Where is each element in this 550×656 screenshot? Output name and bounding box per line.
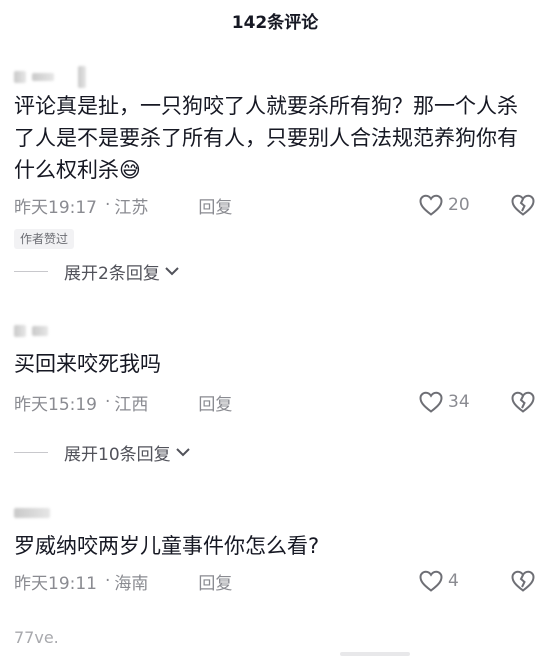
expand-replies-button[interactable]: 展开10条回复 bbox=[14, 439, 191, 465]
broken-heart-icon bbox=[511, 570, 535, 592]
divider-line bbox=[14, 270, 48, 272]
heart-outline-icon bbox=[419, 570, 443, 592]
comment-time: 昨天19:11 bbox=[14, 573, 97, 594]
dislike-button[interactable] bbox=[510, 193, 536, 217]
comment-body: 买回来咬死我吗 bbox=[14, 348, 524, 380]
divider-line bbox=[14, 451, 48, 453]
username-redacted[interactable] bbox=[14, 500, 50, 526]
expand-replies-label: 展开2条回复 bbox=[64, 263, 160, 284]
comment-location: 海南 bbox=[114, 573, 149, 594]
chevron-down-icon bbox=[165, 267, 179, 276]
comment-body: 评论真是扯，一只狗咬了人就要杀所有狗？那一个人杀了人是不是要杀了所有人，只要别人… bbox=[14, 90, 524, 186]
separator-dot: · bbox=[105, 392, 111, 412]
comment-meta: 昨天15:19 · 江西 回复 34 bbox=[14, 388, 536, 416]
like-button[interactable]: 20 bbox=[418, 193, 476, 217]
comment-location: 江苏 bbox=[114, 197, 149, 218]
separator-dot: · bbox=[105, 195, 111, 215]
comment-time: 昨天19:17 bbox=[14, 197, 97, 218]
heart-outline-icon bbox=[419, 194, 443, 216]
comment-text: 罗威纳咬两岁儿童事件你怎么看? bbox=[14, 534, 320, 558]
sweat-smile-emoji: 😅 bbox=[119, 158, 141, 182]
username-redacted[interactable] bbox=[14, 318, 48, 344]
expand-replies-label: 展开10条回复 bbox=[64, 444, 171, 465]
like-button[interactable]: 4 bbox=[418, 569, 476, 593]
comment-location: 江西 bbox=[114, 394, 149, 415]
reply-button[interactable]: 回复 bbox=[198, 193, 232, 218]
broken-heart-icon bbox=[511, 194, 535, 216]
next-comment-username[interactable]: 77ve. bbox=[14, 628, 59, 647]
like-button[interactable]: 34 bbox=[418, 390, 476, 414]
like-count: 34 bbox=[448, 392, 470, 412]
comment-body: 罗威纳咬两岁儿童事件你怎么看? bbox=[14, 530, 524, 562]
separator-dot: · bbox=[105, 571, 111, 591]
username-redacted[interactable] bbox=[14, 64, 86, 90]
chevron-down-icon bbox=[175, 448, 190, 457]
author-liked-badge: 作者赞过 bbox=[14, 229, 75, 249]
comment-meta: 昨天19:11 · 海南 回复 4 bbox=[14, 567, 536, 595]
reply-button[interactable]: 回复 bbox=[198, 569, 232, 594]
heart-outline-icon bbox=[419, 391, 443, 413]
comment-text: 评论真是扯，一只狗咬了人就要杀所有狗？那一个人杀了人是不是要杀了所有人，只要别人… bbox=[14, 94, 518, 182]
expand-replies-button[interactable]: 展开2条回复 bbox=[14, 258, 180, 284]
dislike-button[interactable] bbox=[510, 569, 536, 593]
scroll-indicator bbox=[340, 652, 410, 656]
comment-text: 买回来咬死我吗 bbox=[14, 352, 161, 376]
like-count: 20 bbox=[448, 195, 470, 215]
comment-meta: 昨天19:17 · 江苏 回复 20 bbox=[14, 191, 536, 219]
comment-time: 昨天15:19 bbox=[14, 394, 97, 415]
broken-heart-icon bbox=[511, 391, 535, 413]
comments-count-title: 142条评论 bbox=[231, 13, 319, 33]
dislike-button[interactable] bbox=[510, 390, 536, 414]
like-count: 4 bbox=[448, 571, 459, 591]
reply-button[interactable]: 回复 bbox=[198, 390, 232, 415]
